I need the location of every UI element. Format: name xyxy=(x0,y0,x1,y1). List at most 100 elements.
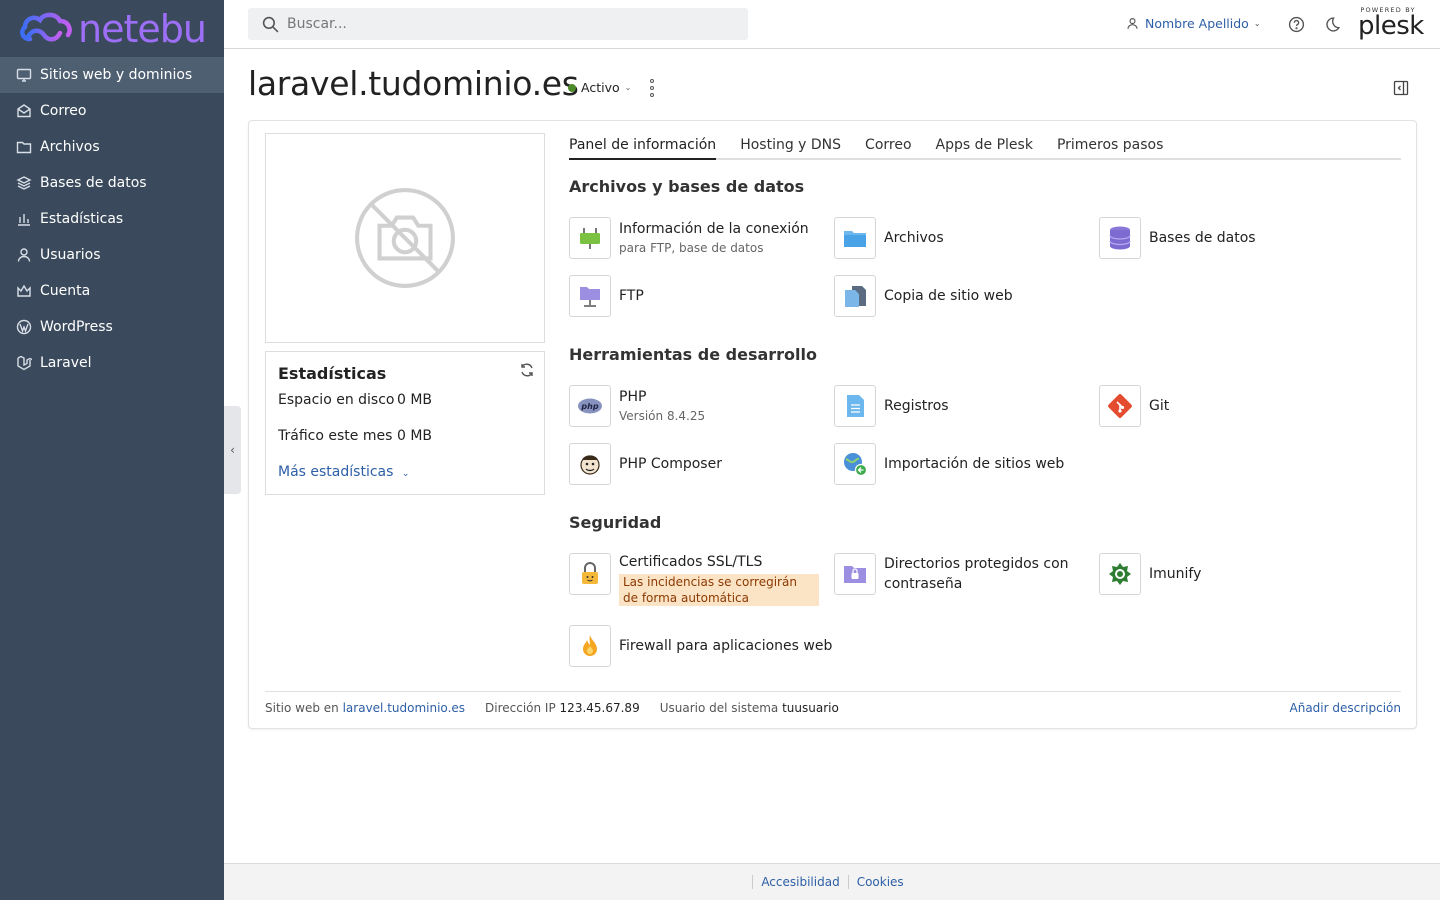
sidebar-item-stats[interactable]: Estadísticas xyxy=(0,201,224,237)
monitor-icon xyxy=(16,67,32,83)
sidebar-item-label: Bases de datos xyxy=(40,175,147,191)
tile-ssl-certificates[interactable]: Certificados SSL/TLS Las incidencias se … xyxy=(569,552,819,606)
stat-disk-label: Espacio en disco xyxy=(278,392,395,408)
crown-icon xyxy=(16,283,32,299)
tile-ftp[interactable]: FTP xyxy=(569,275,644,317)
tile-name: Imunify xyxy=(1149,566,1202,582)
tile-name: FTP xyxy=(619,288,644,304)
site-label: Sitio web en xyxy=(265,701,339,715)
tile-imunify[interactable]: Imunify xyxy=(1099,553,1201,595)
user-menu[interactable]: Nombre Apellido ⌄ xyxy=(1126,16,1261,31)
more-stats-link[interactable]: Más estadísticas ⌄ xyxy=(278,464,409,480)
sidebar-item-users[interactable]: Usuarios xyxy=(0,237,224,273)
sidebar-item-label: Sitios web y dominios xyxy=(40,67,193,83)
tile-name: Información de la conexión xyxy=(619,221,809,237)
folder-icon xyxy=(16,139,32,155)
tile-subtitle: para FTP, base de datos xyxy=(619,241,764,255)
tile-name: PHP xyxy=(619,389,647,405)
imunify-icon xyxy=(1099,553,1141,595)
locked-folder-icon xyxy=(834,553,876,595)
stat-disk: Espacio en disco 0 MB xyxy=(278,392,432,408)
tile-files[interactable]: Archivos xyxy=(834,217,944,259)
laravel-icon xyxy=(16,355,32,371)
tab-mail[interactable]: Correo xyxy=(865,137,911,160)
ftp-folder-icon xyxy=(569,275,611,317)
tile-php-composer[interactable]: PHP Composer xyxy=(569,443,722,485)
search-input[interactable] xyxy=(287,16,727,32)
more-actions-button[interactable] xyxy=(648,79,656,97)
sidebar-item-account[interactable]: Cuenta xyxy=(0,273,224,309)
tab-dashboard[interactable]: Panel de información xyxy=(569,137,717,160)
sidebar: netebu Sitios web y dominios Correo Arch… xyxy=(0,0,224,900)
tab-getting-started[interactable]: Primeros pasos xyxy=(1057,137,1163,160)
sidebar-item-label: WordPress xyxy=(40,319,113,335)
tile-name: Copia de sitio web xyxy=(884,288,1013,304)
sidebar-item-laravel[interactable]: Laravel xyxy=(0,345,224,381)
tab-hosting-dns[interactable]: Hosting y DNS xyxy=(740,137,841,160)
stats-panel: Estadísticas Espacio en disco 0 MB Tráfi… xyxy=(265,351,545,495)
domain-info-footer: Sitio web en laravel.tudominio.es Direcc… xyxy=(265,691,1401,715)
status-label: Activo xyxy=(581,80,620,95)
tile-web-firewall[interactable]: Firewall para aplicaciones web xyxy=(569,625,832,667)
chevron-down-icon: ⌄ xyxy=(624,83,632,92)
refresh-button[interactable] xyxy=(519,362,535,378)
site-info: Sitio web en laravel.tudominio.es xyxy=(265,701,465,715)
tile-git[interactable]: Git xyxy=(1099,385,1169,427)
tile-name: Archivos xyxy=(884,230,944,246)
sidebar-item-databases[interactable]: Bases de datos xyxy=(0,165,224,201)
tile-name: Git xyxy=(1149,398,1170,414)
sidebar-item-mail[interactable]: Correo xyxy=(0,93,224,129)
status-dropdown[interactable]: Activo ⌄ xyxy=(568,80,631,95)
tile-databases[interactable]: Bases de datos xyxy=(1099,217,1256,259)
system-user-info: Usuario del sistema tuusuario xyxy=(660,701,839,715)
flame-icon xyxy=(569,625,611,667)
cookies-link[interactable]: Cookies xyxy=(849,875,912,889)
sidebar-item-files[interactable]: Archivos xyxy=(0,129,224,165)
tile-php[interactable]: php PHP Versión 8.4.25 xyxy=(569,385,705,427)
padlock-icon xyxy=(569,553,611,595)
section-title-security: Seguridad xyxy=(569,513,662,532)
topbar: Nombre Apellido ⌄ POWERED BY plesk xyxy=(224,0,1440,49)
logo-text: netebu xyxy=(78,6,207,51)
side-panel-toggle-button[interactable] xyxy=(1393,80,1409,96)
chevron-down-icon: ⌄ xyxy=(401,469,410,479)
tile-name: Bases de datos xyxy=(1149,230,1256,246)
site-link[interactable]: laravel.tudominio.es xyxy=(343,701,465,715)
tile-name: PHP Composer xyxy=(619,456,722,472)
sidebar-nav: Sitios web y dominios Correo Archivos Ba… xyxy=(0,57,224,381)
tile-logs[interactable]: Registros xyxy=(834,385,949,427)
sidebar-item-wordpress[interactable]: WordPress xyxy=(0,309,224,345)
sidebar-item-label: Archivos xyxy=(40,139,100,155)
git-icon xyxy=(1099,385,1141,427)
tile-name: Importación de sitios web xyxy=(884,456,1065,472)
tile-name: Directorios protegidos con contraseña xyxy=(884,556,1069,592)
logo[interactable]: netebu xyxy=(0,0,224,57)
tile-protected-directories[interactable]: Directorios protegidos con contraseña xyxy=(834,553,1074,595)
tile-connection-info[interactable]: Información de la conexión para FTP, bas… xyxy=(569,217,809,259)
sidebar-collapse-button[interactable]: ‹ xyxy=(224,406,241,494)
tile-website-copy[interactable]: Copia de sitio web xyxy=(834,275,1013,317)
system-user-label: Usuario del sistema xyxy=(659,701,779,715)
composer-icon xyxy=(569,443,611,485)
system-user-value: tuusuario xyxy=(782,701,839,715)
sidebar-item-sites[interactable]: Sitios web y dominios xyxy=(0,57,224,93)
theme-toggle-button[interactable] xyxy=(1323,15,1341,33)
folder-icon xyxy=(834,217,876,259)
sidebar-item-label: Usuarios xyxy=(40,247,101,263)
sidebar-item-label: Cuenta xyxy=(40,283,91,299)
sidebar-item-label: Correo xyxy=(40,103,87,119)
tile-name: Registros xyxy=(884,398,949,414)
accessibility-link[interactable]: Accesibilidad xyxy=(753,875,847,889)
help-button[interactable] xyxy=(1287,15,1305,33)
tile-name: Firewall para aplicaciones web xyxy=(619,638,833,654)
copy-pages-icon xyxy=(834,275,876,317)
more-stats-label: Más estadísticas xyxy=(278,464,394,480)
add-description-link[interactable]: Añadir descripción xyxy=(1290,701,1401,715)
no-camera-icon xyxy=(355,188,455,288)
ssl-warning-badge: Las incidencias se corregirán de forma a… xyxy=(619,574,819,606)
stats-title: Estadísticas xyxy=(278,364,387,383)
tile-site-import[interactable]: Importación de sitios web xyxy=(834,443,1064,485)
stat-traffic-value: 0 MB xyxy=(397,428,433,444)
plesk-logo[interactable]: POWERED BY plesk xyxy=(1358,6,1424,39)
tab-plesk-apps[interactable]: Apps de Plesk xyxy=(936,137,1033,160)
